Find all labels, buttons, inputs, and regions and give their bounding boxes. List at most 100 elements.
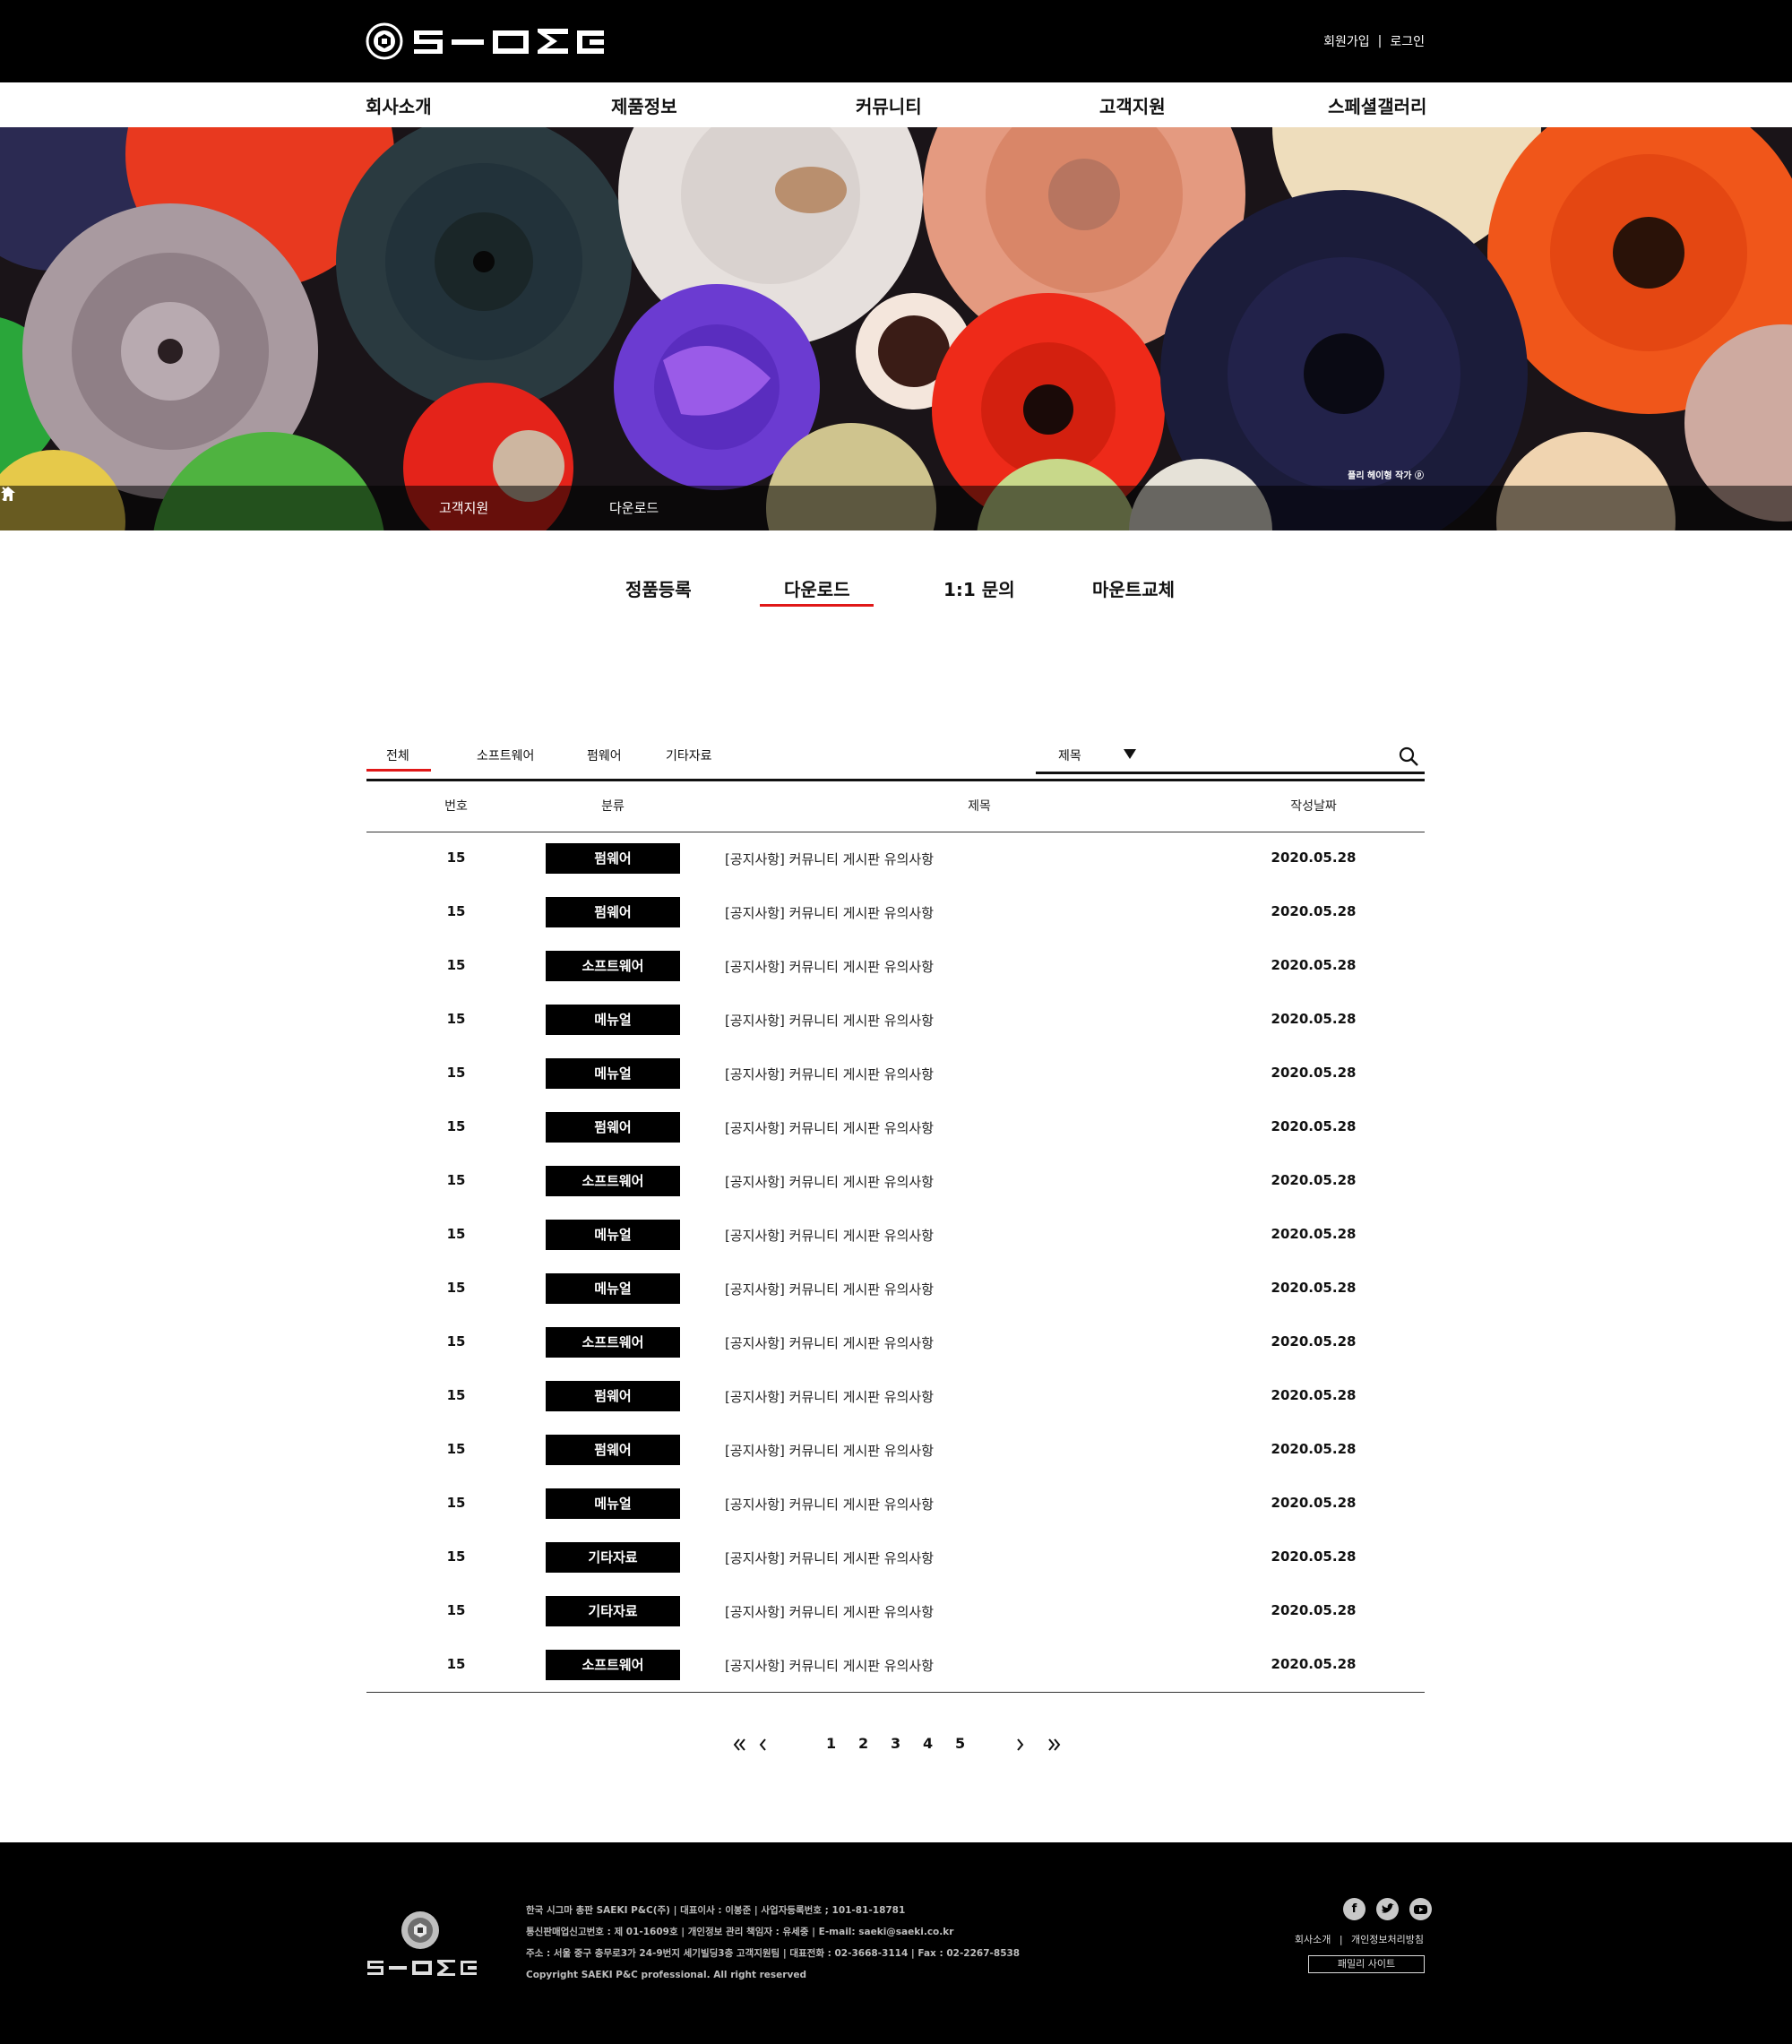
row-title-link[interactable]: [공지사항] 커뮤니티 게시판 유의사항	[725, 1441, 934, 1460]
row-number: 15	[446, 1118, 466, 1134]
category-badge[interactable]: 기타자료	[546, 1596, 680, 1626]
row-title-link[interactable]: [공지사항] 커뮤니티 게시판 유의사항	[725, 1387, 934, 1406]
category-badge[interactable]: 메뉴얼	[546, 1220, 680, 1250]
sigma-logo[interactable]	[366, 22, 607, 61]
category-firmware[interactable]: 펌웨어	[587, 746, 622, 764]
family-site-select[interactable]: 패밀리 사이트	[1308, 1955, 1425, 1973]
category-software[interactable]: 소프트웨어	[477, 746, 534, 764]
row-title-link[interactable]: [공지사항] 커뮤니티 게시판 유의사항	[725, 1065, 934, 1083]
search-field-select[interactable]: 제목	[1058, 746, 1081, 764]
row-title-link[interactable]: [공지사항] 커뮤니티 게시판 유의사항	[725, 1172, 934, 1191]
table-header: 번호 분류 제목 작성날짜	[366, 779, 1425, 832]
row-title-link[interactable]: [공지사항] 커뮤니티 게시판 유의사항	[725, 1333, 934, 1352]
row-number: 15	[446, 1172, 466, 1188]
category-badge[interactable]: 기타자료	[546, 1542, 680, 1573]
category-badge[interactable]: 펌웨어	[546, 1381, 680, 1411]
table-row[interactable]: 15 기타자료 [공지사항] 커뮤니티 게시판 유의사항 2020.05.28	[366, 1584, 1425, 1638]
row-title-link[interactable]: [공지사항] 커뮤니티 게시판 유의사항	[725, 957, 934, 976]
page-1[interactable]: 1	[826, 1735, 836, 1752]
dropdown-arrow-icon[interactable]	[1124, 749, 1136, 759]
nav-products[interactable]: 제품정보	[611, 92, 677, 118]
site-header: 회원가입 | 로그인	[0, 0, 1792, 82]
category-badge[interactable]: 소프트웨어	[546, 951, 680, 981]
search-input[interactable]	[1152, 743, 1389, 766]
table-row[interactable]: 15 메뉴얼 [공지사항] 커뮤니티 게시판 유의사항 2020.05.28	[366, 1208, 1425, 1262]
nav-special-gallery[interactable]: 스페셜갤러리	[1328, 92, 1426, 118]
table-row[interactable]: 15 펌웨어 [공지사항] 커뮤니티 게시판 유의사항 2020.05.28	[366, 1369, 1425, 1423]
row-title-link[interactable]: [공지사항] 커뮤니티 게시판 유의사항	[725, 1656, 934, 1675]
footer-link-company[interactable]: 회사소개	[1295, 1934, 1331, 1945]
page-2[interactable]: 2	[858, 1735, 868, 1752]
table-row[interactable]: 15 메뉴얼 [공지사항] 커뮤니티 게시판 유의사항 2020.05.28	[366, 1262, 1425, 1315]
row-number: 15	[446, 1011, 466, 1027]
category-badge[interactable]: 펌웨어	[546, 897, 680, 927]
copyright: Copyright SAEKI P&C professional. All ri…	[526, 1970, 806, 1980]
row-date: 2020.05.28	[1271, 903, 1357, 919]
tab-mount-exchange[interactable]: 마운트교체	[1092, 575, 1175, 601]
table-row[interactable]: 15 펌웨어 [공지사항] 커뮤니티 게시판 유의사항 2020.05.28	[366, 832, 1425, 885]
company-info-line: 통신판매업신고번호 : 제 01-1609호 | 개인정보 관리 책임자 : 유…	[526, 1927, 954, 1937]
table-row[interactable]: 15 메뉴얼 [공지사항] 커뮤니티 게시판 유의사항 2020.05.28	[366, 1477, 1425, 1531]
tab-product-registration[interactable]: 정품등록	[625, 575, 692, 601]
footer-logo[interactable]	[366, 1910, 478, 1984]
row-title-link[interactable]: [공지사항] 커뮤니티 게시판 유의사항	[725, 1280, 934, 1298]
category-badge[interactable]: 소프트웨어	[546, 1327, 680, 1358]
twitter-icon[interactable]	[1376, 1898, 1399, 1920]
table-row[interactable]: 15 펌웨어 [공지사항] 커뮤니티 게시판 유의사항 2020.05.28	[366, 1100, 1425, 1154]
tab-inquiry[interactable]: 1:1 문의	[943, 575, 1015, 601]
category-badge[interactable]: 펌웨어	[546, 1435, 680, 1465]
row-title-link[interactable]: [공지사항] 커뮤니티 게시판 유의사항	[725, 850, 934, 868]
row-title-link[interactable]: [공지사항] 커뮤니티 게시판 유의사항	[725, 1602, 934, 1621]
category-badge[interactable]: 메뉴얼	[546, 1273, 680, 1304]
table-row[interactable]: 15 메뉴얼 [공지사항] 커뮤니티 게시판 유의사항 2020.05.28	[366, 1047, 1425, 1100]
table-row[interactable]: 15 펌웨어 [공지사항] 커뮤니티 게시판 유의사항 2020.05.28	[366, 1423, 1425, 1477]
category-badge[interactable]: 메뉴얼	[546, 1488, 680, 1519]
table-row[interactable]: 15 소프트웨어 [공지사항] 커뮤니티 게시판 유의사항 2020.05.28	[366, 1638, 1425, 1692]
table-row[interactable]: 15 소프트웨어 [공지사항] 커뮤니티 게시판 유의사항 2020.05.28	[366, 1154, 1425, 1208]
youtube-icon[interactable]	[1409, 1898, 1432, 1920]
nav-community[interactable]: 커뮤니티	[856, 92, 922, 118]
breadcrumb-support[interactable]: 고객지원	[439, 498, 488, 517]
search-icon[interactable]	[1398, 746, 1419, 767]
category-etc[interactable]: 기타자료	[666, 746, 712, 764]
row-date: 2020.05.28	[1271, 1548, 1357, 1565]
category-badge[interactable]: 메뉴얼	[546, 1005, 680, 1035]
nav-support[interactable]: 고객지원	[1099, 92, 1166, 118]
signup-link[interactable]: 회원가입	[1323, 32, 1370, 50]
category-badge[interactable]: 메뉴얼	[546, 1058, 680, 1089]
download-board: 전체 소프트웨어 펌웨어 기타자료 제목 번호 분류 제목 작성날짜 15 펌웨어…	[366, 738, 1425, 1693]
table-row[interactable]: 15 소프트웨어 [공지사항] 커뮤니티 게시판 유의사항 2020.05.28	[366, 939, 1425, 993]
row-title-link[interactable]: [공지사항] 커뮤니티 게시판 유의사항	[725, 1118, 934, 1137]
main-navigation: 회사소개 제품정보 커뮤니티 고객지원 스페셜갤러리	[0, 82, 1792, 127]
first-page-icon[interactable]	[731, 1737, 749, 1753]
page-4[interactable]: 4	[923, 1735, 933, 1752]
row-title-link[interactable]: [공지사항] 커뮤니티 게시판 유의사항	[725, 1495, 934, 1514]
table-row[interactable]: 15 메뉴얼 [공지사항] 커뮤니티 게시판 유의사항 2020.05.28	[366, 993, 1425, 1047]
social-links: f	[1332, 1898, 1432, 1920]
category-badge[interactable]: 펌웨어	[546, 1112, 680, 1143]
row-number: 15	[446, 1602, 466, 1618]
footer-link-privacy[interactable]: 개인정보처리방침	[1351, 1934, 1424, 1945]
category-all[interactable]: 전체	[386, 746, 409, 764]
row-title-link[interactable]: [공지사항] 커뮤니티 게시판 유의사항	[725, 903, 934, 922]
row-title-link[interactable]: [공지사항] 커뮤니티 게시판 유의사항	[725, 1548, 934, 1567]
tab-download[interactable]: 다운로드	[784, 575, 850, 601]
table-row[interactable]: 15 기타자료 [공지사항] 커뮤니티 게시판 유의사항 2020.05.28	[366, 1531, 1425, 1584]
table-row[interactable]: 15 펌웨어 [공지사항] 커뮤니티 게시판 유의사항 2020.05.28	[366, 885, 1425, 939]
prev-page-icon[interactable]	[754, 1737, 772, 1753]
page-3[interactable]: 3	[891, 1735, 900, 1752]
category-badge[interactable]: 펌웨어	[546, 843, 680, 874]
category-badge[interactable]: 소프트웨어	[546, 1650, 680, 1680]
row-title-link[interactable]: [공지사항] 커뮤니티 게시판 유의사항	[725, 1011, 934, 1030]
sigma-emblem-icon	[366, 22, 403, 60]
category-badge[interactable]: 소프트웨어	[546, 1166, 680, 1196]
nav-company[interactable]: 회사소개	[366, 92, 432, 118]
page-5[interactable]: 5	[955, 1735, 965, 1752]
login-link[interactable]: 로그인	[1390, 32, 1425, 50]
breadcrumb-download[interactable]: 다운로드	[609, 498, 659, 517]
table-row[interactable]: 15 소프트웨어 [공지사항] 커뮤니티 게시판 유의사항 2020.05.28	[366, 1315, 1425, 1369]
last-page-icon[interactable]	[1045, 1737, 1063, 1753]
next-page-icon[interactable]	[1011, 1737, 1029, 1753]
row-title-link[interactable]: [공지사항] 커뮤니티 게시판 유의사항	[725, 1226, 934, 1245]
facebook-icon[interactable]: f	[1343, 1898, 1366, 1920]
